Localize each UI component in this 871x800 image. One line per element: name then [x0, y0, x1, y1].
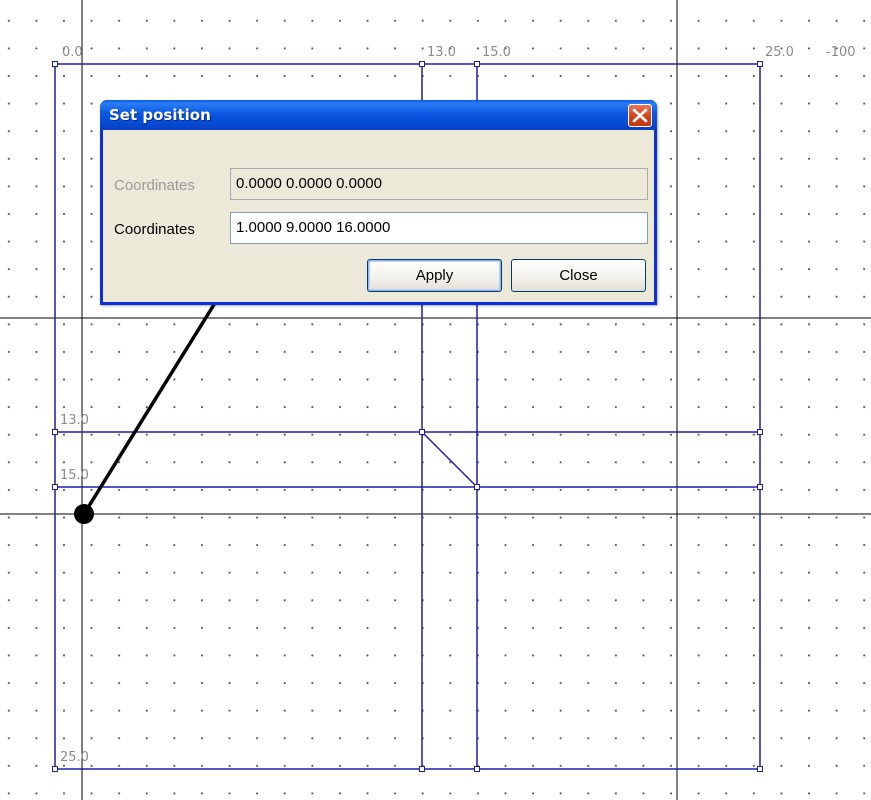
model-line-diagonal [421, 431, 478, 488]
node[interactable] [419, 61, 425, 67]
top-label-13: 13.0 [427, 45, 456, 60]
node[interactable] [52, 484, 58, 490]
top-label-15: 15.0 [482, 45, 511, 60]
apply-button[interactable]: Apply [367, 259, 502, 292]
node[interactable] [52, 61, 58, 67]
top-label-25: 25.0 [765, 45, 794, 60]
coordinates-label: Coordinates [114, 221, 195, 238]
set-position-dialog: Set position Coordinates 0.0000 0.0000 0… [100, 100, 657, 305]
node[interactable] [52, 766, 58, 772]
top-label-0: 0.0 [62, 45, 83, 60]
close-button[interactable]: Close [511, 259, 646, 292]
point-marker [74, 504, 94, 524]
dialog-body: Coordinates 0.0000 0.0000 0.0000 Coordin… [103, 130, 654, 302]
coordinates-label-disabled: Coordinates [114, 177, 195, 194]
dialog-title: Set position [109, 106, 211, 124]
close-x-glyph [632, 108, 648, 123]
left-label-13: 13.0 [60, 413, 89, 428]
node[interactable] [757, 429, 763, 435]
node[interactable] [419, 766, 425, 772]
coordinates-input[interactable]: 1.0000 9.0000 16.0000 [230, 212, 648, 244]
current-coordinates-field: 0.0000 0.0000 0.0000 [230, 168, 648, 200]
node[interactable] [474, 61, 480, 67]
node[interactable] [757, 61, 763, 67]
close-x-icon[interactable] [628, 104, 652, 127]
node[interactable] [757, 484, 763, 490]
node[interactable] [419, 429, 425, 435]
dialog-titlebar[interactable]: Set position [100, 100, 657, 130]
node[interactable] [52, 429, 58, 435]
node[interactable] [474, 766, 480, 772]
left-label-15: 15.0 [60, 468, 89, 483]
node[interactable] [474, 484, 480, 490]
left-label-25: 25.0 [60, 750, 89, 765]
top-label-100: -100 [826, 45, 856, 60]
node[interactable] [757, 766, 763, 772]
